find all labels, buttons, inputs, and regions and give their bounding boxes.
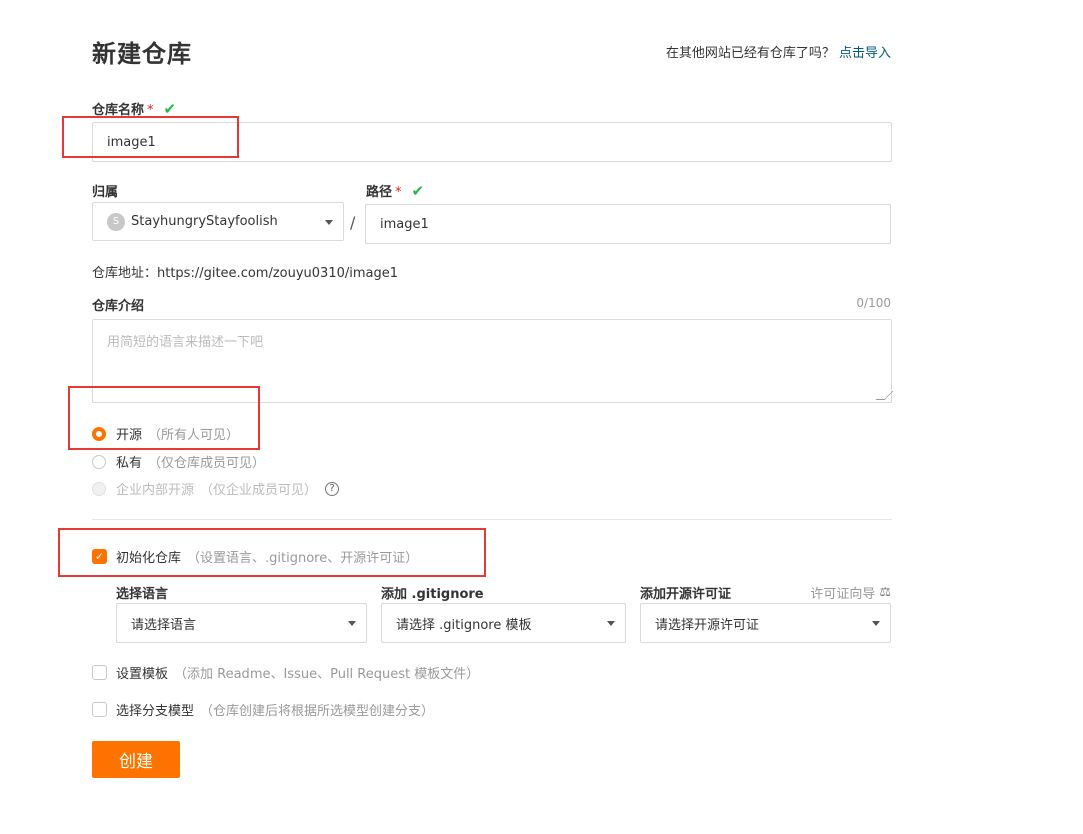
visibility-option-private[interactable]: 私有 （仅仓库成员可见） [92,452,265,471]
visibility-private-hint: （仅仓库成员可见） [148,456,266,471]
checkbox-unchecked-icon[interactable] [92,702,107,717]
template-option[interactable]: 设置模板 （添加 Readme、Issue、Pull Request 模板文件） [92,663,479,682]
visibility-enterprise-label: 企业内部开源 [116,483,195,498]
license-select[interactable]: 请选择开源许可证 [640,603,891,643]
checkbox-unchecked-icon[interactable] [92,665,107,680]
path-input[interactable]: image1 [365,204,891,244]
repo-name-label-row: 仓库名称 * ✔ [92,99,176,118]
resize-handle-icon[interactable] [875,391,894,400]
owner-label: 归属 [92,185,119,200]
radio-checked-icon[interactable] [92,426,106,441]
owner-value: StayhungryStayfoolish [131,214,278,229]
chevron-down-icon [872,621,880,626]
description-textarea[interactable]: 用简短的语言来描述一下吧 [92,319,894,403]
avatar: S [107,212,125,231]
required-mark: * [395,185,402,200]
create-button[interactable]: 创建 [92,741,180,778]
path-separator: / [350,213,356,232]
repo-name-label: 仓库名称 [92,103,145,118]
gitignore-select[interactable]: 请选择 .gitignore 模板 [381,603,626,643]
scale-icon: ⚖ [879,585,891,600]
path-value: image1 [380,216,429,232]
language-value: 请选择语言 [131,617,197,633]
import-link[interactable]: 点击导入 [839,46,891,61]
import-question: 在其他网站已经有仓库了吗？ [665,46,835,61]
path-label: 路径 [366,185,393,200]
license-label: 添加开源许可证 [640,587,732,602]
language-label: 选择语言 [116,587,169,602]
license-guide-text: 许可证向导 [810,587,876,602]
branch-model-option[interactable]: 选择分支模型 （仓库创建后将根据所选模型创建分支） [92,700,434,719]
init-repo-option[interactable]: ✓ 初始化仓库 （设置语言、.gitignore、开源许可证） [92,547,418,566]
language-select[interactable]: 请选择语言 [116,603,367,643]
owner-select[interactable]: S StayhungryStayfoolish [92,202,344,241]
visibility-public-hint: （所有人可见） [148,428,240,443]
visibility-public-label: 开源 [116,428,143,443]
init-repo-hint: （设置语言、.gitignore、开源许可证） [187,551,419,566]
chevron-down-icon [607,621,615,626]
template-hint: （添加 Readme、Issue、Pull Request 模板文件） [174,667,480,682]
repo-name-value: image1 [107,134,156,150]
valid-check-icon: ✔ [411,182,425,200]
question-circle-icon[interactable]: ? [325,481,340,496]
gitignore-value: 请选择 .gitignore 模板 [396,617,532,633]
description-placeholder: 用简短的语言来描述一下吧 [107,335,264,350]
path-label-row: 路径 * ✔ [366,181,424,200]
init-repo-label: 初始化仓库 [116,551,182,566]
description-counter: 0/100 [856,296,891,310]
import-prompt: 在其他网站已经有仓库了吗？ 点击导入 [666,42,891,61]
required-mark: * [147,103,154,118]
branch-model-hint: （仓库创建后将根据所选模型创建分支） [200,704,435,719]
gitignore-label: 添加 .gitignore [381,587,484,602]
radio-unchecked-icon[interactable] [92,454,106,469]
radio-disabled-icon [92,481,106,496]
license-value: 请选择开源许可证 [655,617,760,633]
page-title: 新建仓库 [92,40,192,68]
visibility-private-label: 私有 [116,456,143,471]
description-label: 仓库介绍 [92,299,145,314]
repo-address: 仓库地址：https://gitee.com/zouyu0310/image1 [92,266,399,281]
chevron-down-icon [325,219,333,225]
visibility-option-enterprise: 企业内部开源 （仅企业成员可见） ? [92,479,340,498]
visibility-enterprise-hint: （仅企业成员可见） [200,483,318,498]
repo-name-input[interactable]: image1 [92,122,892,162]
checkbox-checked-icon[interactable]: ✓ [92,549,107,564]
valid-check-icon: ✔ [163,100,177,118]
license-guide-link[interactable]: 许可证向导 ⚖ [810,583,891,602]
chevron-down-icon [348,621,356,626]
template-label: 设置模板 [116,667,169,682]
visibility-option-public[interactable]: 开源 （所有人可见） [92,424,239,443]
branch-model-label: 选择分支模型 [116,704,195,719]
divider [92,519,892,520]
